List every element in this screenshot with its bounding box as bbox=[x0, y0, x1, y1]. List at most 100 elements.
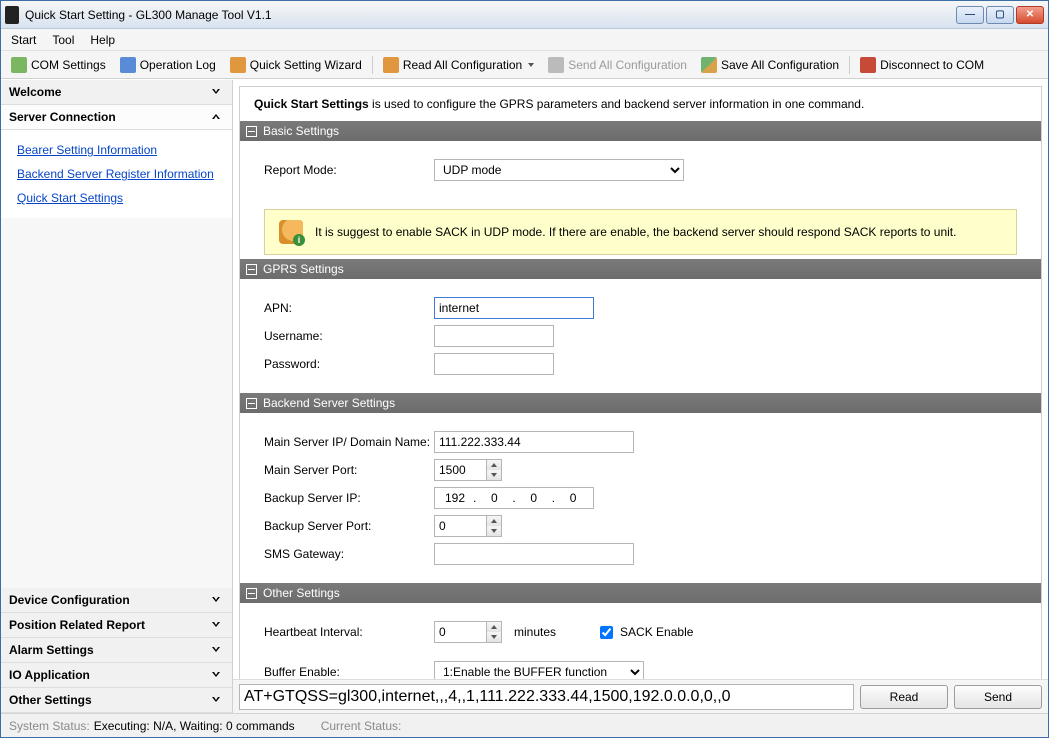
heartbeat-spinner[interactable] bbox=[434, 621, 502, 643]
sms-label: SMS Gateway: bbox=[264, 547, 434, 561]
command-input[interactable] bbox=[239, 684, 854, 710]
disconnect-button[interactable]: Disconnect to COM bbox=[854, 55, 990, 75]
command-bar: Read Send bbox=[233, 679, 1048, 713]
operation-log-button[interactable]: Operation Log bbox=[114, 55, 222, 75]
section-gprs-header[interactable]: GPRS Settings bbox=[240, 259, 1041, 279]
read-icon bbox=[383, 57, 399, 73]
spin-up-icon[interactable] bbox=[487, 622, 501, 632]
sidebar-item-server-connection[interactable]: Server Connection bbox=[1, 105, 232, 130]
current-status-label: Current Status: bbox=[321, 719, 402, 733]
read-all-button[interactable]: Read All Configuration bbox=[377, 55, 540, 75]
chevron-down-icon bbox=[212, 670, 222, 680]
heartbeat-unit: minutes bbox=[514, 625, 556, 639]
send-icon bbox=[548, 57, 564, 73]
sidebar-item-device-config[interactable]: Device Configuration bbox=[1, 588, 232, 613]
sidebar: Welcome Server Connection Bearer Setting… bbox=[1, 80, 233, 713]
collapse-icon bbox=[246, 126, 257, 137]
sack-checkbox-input[interactable] bbox=[600, 626, 613, 639]
log-icon bbox=[120, 57, 136, 73]
sidebar-item-io[interactable]: IO Application bbox=[1, 663, 232, 688]
main: Quick Start Settings is used to configur… bbox=[233, 80, 1048, 713]
wizard-icon bbox=[230, 57, 246, 73]
main-port-input[interactable] bbox=[434, 459, 486, 481]
system-status-label: System Status: bbox=[9, 719, 90, 733]
spin-up-icon[interactable] bbox=[487, 460, 501, 470]
menu-start[interactable]: Start bbox=[11, 33, 36, 47]
sidebar-item-alarm[interactable]: Alarm Settings bbox=[1, 638, 232, 663]
maximize-button[interactable]: ▢ bbox=[986, 6, 1014, 24]
main-port-label: Main Server Port: bbox=[264, 463, 434, 477]
sms-input[interactable] bbox=[434, 543, 634, 565]
buffer-select[interactable]: 1:Enable the BUFFER function bbox=[434, 661, 644, 679]
backup-port-input[interactable] bbox=[434, 515, 486, 537]
section-basic-body: Report Mode: UDP mode bbox=[240, 141, 1041, 199]
send-all-button[interactable]: Send All Configuration bbox=[542, 55, 693, 75]
hint-text: It is suggest to enable SACK in UDP mode… bbox=[315, 225, 956, 239]
save-all-button[interactable]: Save All Configuration bbox=[695, 55, 845, 75]
quick-wizard-button[interactable]: Quick Setting Wizard bbox=[224, 55, 368, 75]
read-button[interactable]: Read bbox=[860, 685, 948, 709]
window-controls: — ▢ ✕ bbox=[956, 6, 1044, 24]
sidebar-links: Bearer Setting Information Backend Serve… bbox=[1, 130, 232, 218]
backup-port-spinner[interactable] bbox=[434, 515, 502, 537]
section-basic-header[interactable]: Basic Settings bbox=[240, 121, 1041, 141]
backup-ip-label: Backup Server IP: bbox=[264, 491, 434, 505]
spin-down-icon[interactable] bbox=[487, 470, 501, 480]
heartbeat-input[interactable] bbox=[434, 621, 486, 643]
chevron-down-icon bbox=[212, 620, 222, 630]
collapse-icon bbox=[246, 398, 257, 409]
settings-panel: Quick Start Settings is used to configur… bbox=[239, 86, 1042, 679]
body: Welcome Server Connection Bearer Setting… bbox=[1, 79, 1048, 713]
report-mode-select[interactable]: UDP mode bbox=[434, 159, 684, 181]
toolbar-separator bbox=[372, 56, 373, 74]
section-backend-body: Main Server IP/ Domain Name: Main Server… bbox=[240, 413, 1041, 583]
com-settings-button[interactable]: COM Settings bbox=[5, 55, 112, 75]
sidebar-item-other[interactable]: Other Settings bbox=[1, 688, 232, 713]
section-backend-header[interactable]: Backend Server Settings bbox=[240, 393, 1041, 413]
main-port-spinner[interactable] bbox=[434, 459, 502, 481]
content: Quick Start Settings is used to configur… bbox=[233, 80, 1048, 679]
report-mode-label: Report Mode: bbox=[264, 163, 434, 177]
app-icon bbox=[5, 6, 19, 24]
username-label: Username: bbox=[264, 329, 434, 343]
link-backend-register[interactable]: Backend Server Register Information bbox=[17, 162, 232, 186]
toolbar-separator bbox=[849, 56, 850, 74]
section-gprs-body: APN: Username: Password: bbox=[240, 279, 1041, 393]
chevron-down-icon bbox=[212, 595, 222, 605]
main-ip-input[interactable] bbox=[434, 431, 634, 453]
chevron-down-icon bbox=[212, 87, 222, 97]
link-bearer-setting[interactable]: Bearer Setting Information bbox=[17, 138, 232, 162]
backup-ip-input[interactable]: 192.0.0.0 bbox=[434, 487, 594, 509]
chevron-down-icon bbox=[212, 695, 222, 705]
window-title: Quick Start Setting - GL300 Manage Tool … bbox=[25, 8, 956, 22]
spin-down-icon[interactable] bbox=[487, 632, 501, 642]
close-button[interactable]: ✕ bbox=[1016, 6, 1044, 24]
chevron-up-icon bbox=[212, 112, 222, 122]
sidebar-item-position-report[interactable]: Position Related Report bbox=[1, 613, 232, 638]
apn-label: APN: bbox=[264, 301, 434, 315]
plug-icon bbox=[11, 57, 27, 73]
toolbar: COM Settings Operation Log Quick Setting… bbox=[1, 51, 1048, 79]
password-input[interactable] bbox=[434, 353, 554, 375]
sidebar-item-welcome[interactable]: Welcome bbox=[1, 80, 232, 105]
hint-box: It is suggest to enable SACK in UDP mode… bbox=[264, 209, 1017, 255]
minimize-button[interactable]: — bbox=[956, 6, 984, 24]
send-button[interactable]: Send bbox=[954, 685, 1042, 709]
spin-down-icon[interactable] bbox=[487, 526, 501, 536]
section-other-body: Heartbeat Interval: minutes SACK Enable bbox=[240, 603, 1041, 679]
sack-enable-checkbox[interactable]: SACK Enable bbox=[596, 623, 693, 642]
chevron-down-icon bbox=[212, 645, 222, 655]
heartbeat-label: Heartbeat Interval: bbox=[264, 625, 434, 639]
link-quick-start[interactable]: Quick Start Settings bbox=[17, 186, 232, 210]
info-icon bbox=[279, 220, 303, 244]
menu-bar: Start Tool Help bbox=[1, 29, 1048, 51]
dropdown-icon bbox=[528, 63, 534, 67]
collapse-icon bbox=[246, 588, 257, 599]
menu-tool[interactable]: Tool bbox=[52, 33, 74, 47]
save-icon bbox=[701, 57, 717, 73]
username-input[interactable] bbox=[434, 325, 554, 347]
apn-input[interactable] bbox=[434, 297, 594, 319]
menu-help[interactable]: Help bbox=[90, 33, 115, 47]
section-other-header[interactable]: Other Settings bbox=[240, 583, 1041, 603]
spin-up-icon[interactable] bbox=[487, 516, 501, 526]
